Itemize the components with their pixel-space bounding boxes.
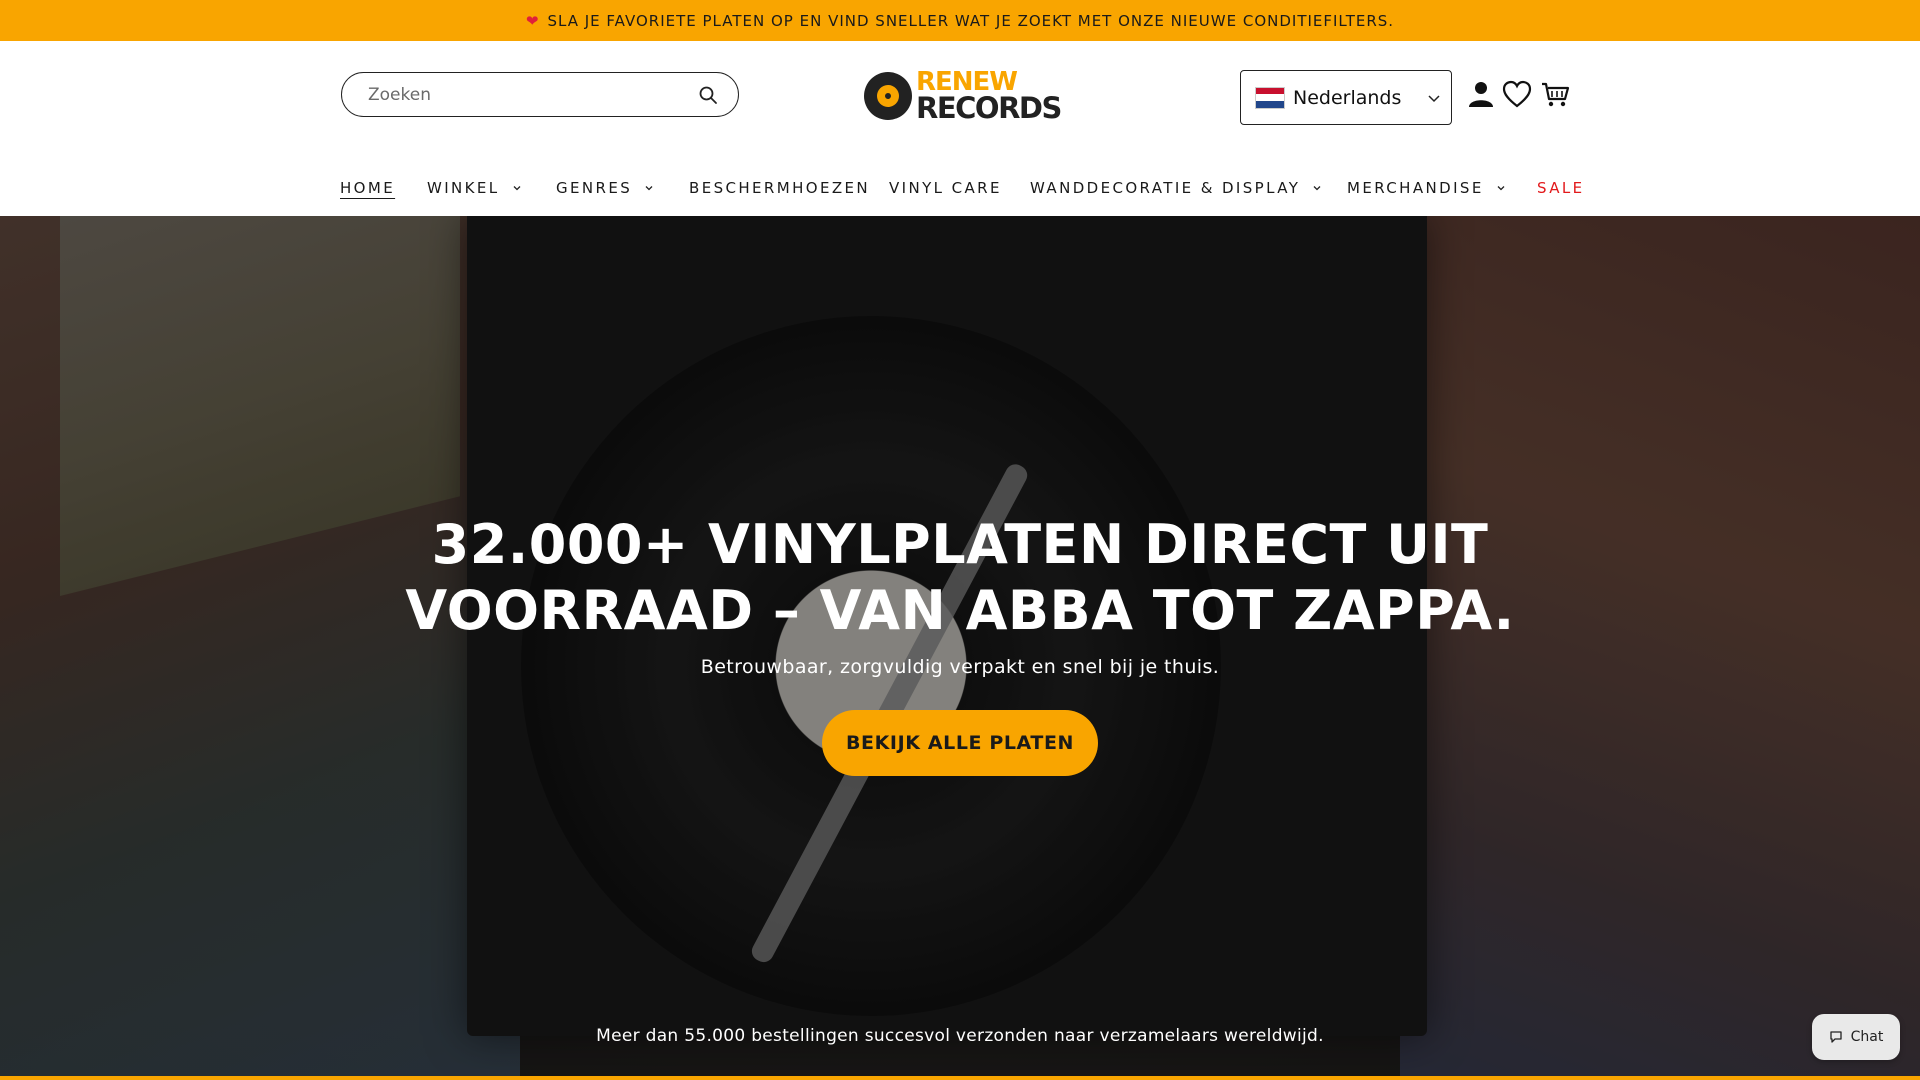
chevron-down-icon (645, 186, 653, 191)
search-input[interactable] (368, 84, 688, 105)
announcement-text: SLA JE FAVORIETE PLATEN OP EN VIND SNELL… (547, 11, 1395, 30)
search-icon[interactable] (698, 85, 718, 105)
nav-item-genres[interactable]: GENRES (556, 179, 654, 197)
nav-label: WINKEL (427, 179, 500, 197)
chevron-down-icon (1313, 186, 1321, 191)
hero-subtitle: Betrouwbaar, zorgvuldig verpakt en snel … (700, 656, 1220, 678)
heart-wishlist-icon[interactable] (1502, 79, 1532, 109)
hero-stat-text: Meer dan 55.000 bestellingen succesvol v… (596, 1026, 1324, 1046)
hero-overlay (0, 216, 1920, 1080)
nav-item-merchandise[interactable]: MERCHANDISE (1347, 179, 1506, 197)
nav-item-sale[interactable]: SALE (1537, 179, 1585, 197)
main-nav: HOME WINKEL GENRES BESCHERMHOEZEN VINYL … (0, 165, 1920, 215)
chat-icon (1829, 1031, 1842, 1043)
view-all-records-button[interactable]: BEKIJK ALLE PLATEN (822, 710, 1098, 776)
hero-headline-line-2: VOORRAAD – VAN ABBA TOT ZAPPA. (405, 579, 1515, 642)
nav-item-home[interactable]: HOME (340, 179, 395, 197)
announcement-bar: ❤ SLA JE FAVORIETE PLATEN OP EN VIND SNE… (0, 0, 1920, 41)
nav-label: MERCHANDISE (1347, 179, 1484, 197)
hero-headline: 32.000+ VINYLPLATEN DIRECT UIT VOORRAAD … (360, 512, 1560, 644)
nav-label: BESCHERMHOEZEN (689, 179, 871, 197)
nav-label: GENRES (556, 179, 633, 197)
heart-icon: ❤ (525, 11, 540, 30)
hero-banner: 32.000+ VINYLPLATEN DIRECT UIT VOORRAAD … (0, 216, 1920, 1080)
hero-headline-line-1: 32.000+ VINYLPLATEN DIRECT UIT (431, 513, 1489, 576)
language-label: Nederlands (1293, 86, 1402, 109)
nl-flag-icon (1255, 86, 1285, 109)
nav-label: WANDDECORATIE & DISPLAY (1030, 179, 1301, 197)
chat-button[interactable]: Chat (1812, 1014, 1900, 1060)
chevron-down-icon (1497, 186, 1505, 191)
site-logo[interactable]: RENEW RECORDS (864, 68, 1062, 124)
chat-label: Chat (1850, 1029, 1884, 1045)
account-icon[interactable] (1466, 79, 1496, 109)
nav-label: SALE (1537, 179, 1585, 197)
accent-strip (0, 1076, 1920, 1080)
language-selector[interactable]: Nederlands (1240, 70, 1452, 125)
search-box (341, 72, 739, 117)
nav-label: HOME (340, 179, 396, 197)
nav-item-winkel[interactable]: WINKEL (427, 179, 522, 197)
site-header: RENEW RECORDS Nederlands HOME WINKEL (0, 41, 1920, 216)
nav-item-wanddecoratie[interactable]: WANDDECORATIE & DISPLAY (1030, 179, 1322, 197)
vinyl-logo-icon (864, 72, 912, 120)
nav-item-beschermhoezen[interactable]: BESCHERMHOEZEN (689, 179, 870, 197)
logo-line-2: RECORDS (916, 90, 1062, 125)
chevron-down-icon (1428, 95, 1440, 103)
chevron-down-icon (513, 186, 521, 191)
nav-label: VINYL CARE (889, 179, 1002, 197)
nav-item-vinyl-care[interactable]: VINYL CARE (889, 179, 1002, 197)
cart-icon[interactable] (1540, 79, 1570, 109)
